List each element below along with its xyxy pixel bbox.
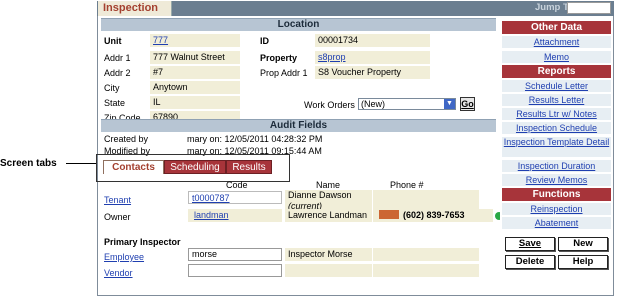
- tab-scheduling[interactable]: Scheduling: [164, 160, 226, 174]
- unit-label: Unit: [104, 36, 122, 46]
- tenant-link[interactable]: Tenant: [104, 194, 131, 206]
- prop-addr-label: Prop Addr 1: [260, 68, 308, 78]
- screen-tabs-callout: Screen tabs: [0, 158, 57, 169]
- property-link[interactable]: s8prop: [318, 52, 346, 62]
- review-memos-link[interactable]: Review Memos: [502, 174, 611, 186]
- reinspection-link[interactable]: Reinspection: [502, 203, 611, 215]
- id-label: ID: [260, 36, 269, 46]
- owner-label: Owner: [104, 212, 131, 222]
- property-label: Property: [260, 53, 298, 63]
- delete-button[interactable]: Delete: [505, 255, 555, 269]
- code-column-header: Code: [226, 180, 248, 190]
- flag-icon[interactable]: [379, 210, 399, 219]
- owner-code-field: landman: [188, 209, 282, 222]
- work-orders-label: Work Orders: [304, 100, 355, 110]
- results-letter-link[interactable]: Results Letter: [502, 94, 611, 106]
- vendor-input[interactable]: [188, 264, 282, 277]
- prop-addr-field: S8 Voucher Property: [315, 66, 430, 79]
- tenant-name: Dianne Dawson: [288, 190, 352, 200]
- inspection-template-detail-link[interactable]: Inspection Template Detail: [502, 137, 611, 157]
- inspection-duration-link[interactable]: Inspection Duration: [502, 160, 611, 172]
- work-orders-select[interactable]: (New) ▼: [358, 98, 456, 110]
- save-button[interactable]: Save: [505, 237, 555, 251]
- city-field: Anytown: [150, 81, 240, 94]
- employee-link[interactable]: Employee: [104, 251, 144, 263]
- owner-code-link[interactable]: landman: [191, 210, 229, 220]
- employee-extra-field: [373, 248, 479, 261]
- attachment-link[interactable]: Attachment: [502, 36, 611, 48]
- tenant-code-link[interactable]: t0000787: [192, 193, 230, 203]
- jump-to-input[interactable]: [567, 2, 611, 14]
- abatement-link[interactable]: Abatement: [502, 217, 611, 229]
- tab-contacts[interactable]: Contacts: [103, 160, 164, 174]
- primary-inspector-label: Primary Inspector: [104, 237, 181, 247]
- id-field: 00001734: [315, 34, 430, 47]
- location-header: Location: [101, 18, 496, 31]
- owner-name-field: Lawrence Landman: [285, 209, 372, 222]
- reports-header: Reports: [502, 65, 611, 78]
- tab-inspection[interactable]: Inspection: [98, 1, 172, 16]
- addr1-field: 777 Walnut Street: [150, 51, 240, 64]
- city-label: City: [104, 83, 120, 93]
- state-field: IL: [150, 96, 240, 109]
- inspection-schedule-link[interactable]: Inspection Schedule: [502, 122, 611, 134]
- results-ltr-notes-link[interactable]: Results Ltr w/ Notes: [502, 108, 611, 120]
- unit-link[interactable]: 777: [153, 35, 168, 45]
- unit-field: 777: [150, 34, 240, 47]
- employee-input[interactable]: [188, 248, 282, 261]
- state-label: State: [104, 98, 126, 108]
- created-by-label: Created by: [104, 134, 149, 144]
- property-field: s8prop: [315, 51, 430, 64]
- employee-name-field: Inspector Morse: [285, 248, 372, 261]
- new-button[interactable]: New: [558, 237, 608, 251]
- tab-results[interactable]: Results: [226, 160, 272, 174]
- chevron-down-icon[interactable]: ▼: [444, 99, 455, 109]
- callout-line: [66, 163, 96, 164]
- addr2-field: #7: [150, 66, 240, 79]
- schedule-letter-link[interactable]: Schedule Letter: [502, 80, 611, 92]
- go-button[interactable]: Go: [460, 97, 475, 111]
- work-orders-value: (New): [361, 99, 385, 109]
- help-button[interactable]: Help: [558, 255, 608, 269]
- other-data-header: Other Data: [502, 21, 611, 34]
- functions-header: Functions: [502, 188, 611, 201]
- vendor-name-field: [285, 264, 372, 277]
- tenant-code-field[interactable]: t0000787: [188, 191, 282, 204]
- vendor-extra-field: [373, 264, 479, 277]
- vendor-link[interactable]: Vendor: [104, 267, 133, 279]
- addr1-label: Addr 1: [104, 53, 131, 63]
- audit-header: Audit Fields: [101, 119, 496, 132]
- memo-link[interactable]: Memo: [502, 51, 611, 63]
- created-by-value: mary on: 12/05/2011 04:28:32 PM: [187, 134, 323, 144]
- addr2-label: Addr 2: [104, 68, 131, 78]
